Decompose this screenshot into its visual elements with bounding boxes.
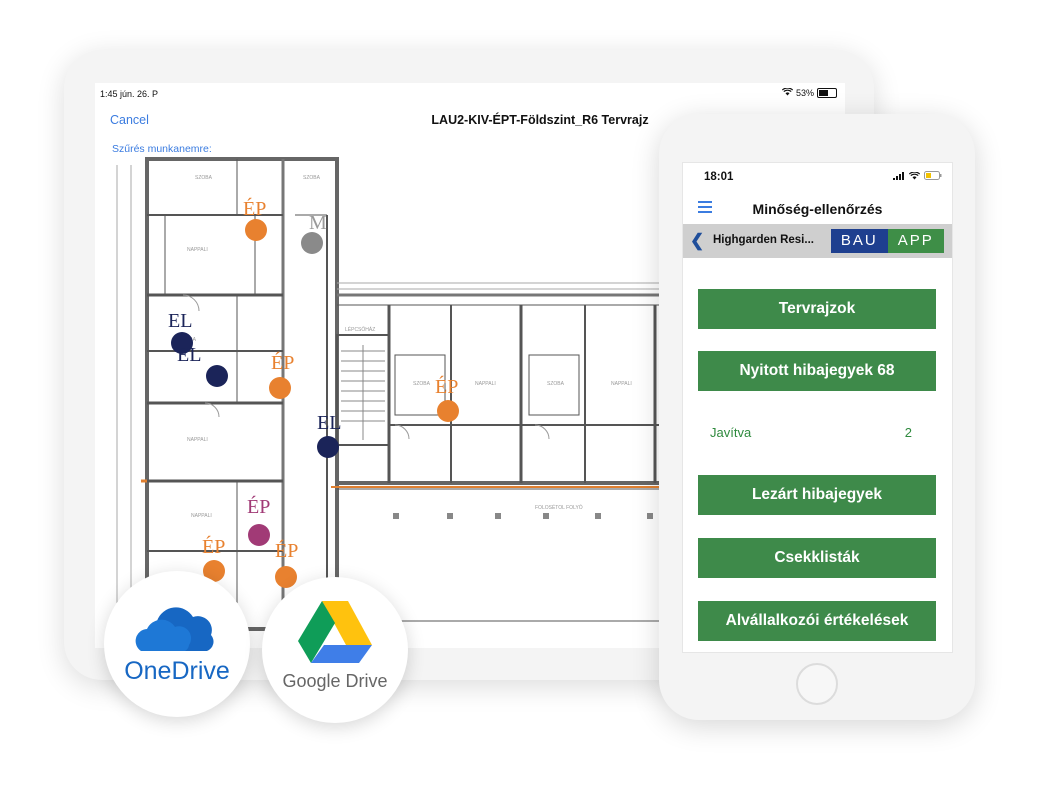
onedrive-label: OneDrive [124, 657, 230, 685]
defect-marker[interactable] [301, 232, 323, 254]
logo-app: APP [887, 229, 944, 253]
google-drive-label: Google Drive [282, 671, 388, 691]
marker-label: ÉP [275, 540, 299, 562]
svg-text:SZOBA: SZOBA [303, 175, 321, 181]
defect-marker[interactable] [269, 377, 291, 399]
fixed-count: 2 [904, 425, 912, 440]
svg-text:SZOBA: SZOBA [547, 381, 565, 387]
fixed-label: Javítva [710, 425, 752, 440]
svg-text:FOLOSÉTOL FOLYÓ: FOLOSÉTOL FOLYÓ [535, 504, 583, 511]
bauapp-logo: BAU APP [831, 229, 944, 253]
onedrive-badge[interactable]: OneDrive [104, 571, 250, 717]
marker-label: ÉP [247, 496, 271, 518]
defect-marker[interactable] [245, 219, 267, 241]
defect-marker[interactable] [248, 524, 270, 546]
defect-marker[interactable] [437, 400, 459, 422]
app-header: Minőség-ellenőrzés [683, 193, 952, 221]
wifi-icon [781, 87, 794, 98]
svg-text:NAPPALI: NAPPALI [191, 513, 212, 519]
battery-icon [924, 171, 942, 183]
marker-label: M [309, 212, 327, 234]
marker-label: ÉP [243, 198, 267, 220]
battery-percent: 53% [795, 88, 814, 98]
phone-status-bar: 18:01 [683, 163, 952, 185]
home-button[interactable] [796, 663, 838, 705]
phone-screen: 18:01 Minőség-ellenőrzés ❮ Highgarden Re… [682, 162, 953, 653]
svg-text:LÉPCSŐHÁZ: LÉPCSŐHÁZ [345, 326, 375, 333]
marker-label: EL [177, 344, 202, 366]
svg-text:NAPPALI: NAPPALI [611, 381, 632, 387]
subcontractor-reviews-button[interactable]: Alvállalkozói értékelések [698, 601, 936, 641]
svg-text:NAPPALI: NAPPALI [475, 381, 496, 387]
checklists-button[interactable]: Csekklisták [698, 538, 936, 578]
svg-text:NAPPALI: NAPPALI [187, 437, 208, 443]
open-tickets-button[interactable]: Nyitott hibajegyek 68 [698, 351, 936, 391]
marker-label: ÉP [435, 376, 459, 398]
marker-label: ÉP [202, 536, 226, 558]
plans-button[interactable]: Tervrajzok [698, 289, 936, 329]
svg-text:SZOBA: SZOBA [195, 175, 213, 181]
status-time: 18:01 [704, 171, 734, 183]
defect-marker[interactable] [317, 436, 339, 458]
logo-bau: BAU [831, 229, 888, 253]
marker-label: EL [317, 412, 342, 434]
project-name[interactable]: Highgarden Resi... [713, 234, 814, 246]
wifi-icon [908, 171, 921, 183]
page-title: Minőség-ellenőrzés [752, 201, 883, 217]
status-time: 1:45 jún. 26. P [100, 89, 159, 99]
fixed-tickets-row[interactable]: Javítva 2 [683, 419, 952, 443]
filter-by-trade-link[interactable]: Szűrés munkanemre: [112, 143, 212, 155]
battery-icon [817, 88, 837, 98]
defect-marker[interactable] [275, 566, 297, 588]
tablet-status-bar: 1:45 jún. 26. P 53% [95, 83, 845, 103]
onedrive-cloud-icon [135, 605, 219, 662]
signal-icon [893, 171, 905, 183]
svg-text:SZOBA: SZOBA [413, 381, 431, 387]
defect-marker[interactable] [206, 365, 228, 387]
status-battery: 53% [781, 87, 837, 98]
svg-text:NAPPALI: NAPPALI [187, 247, 208, 253]
marker-label: EL [168, 310, 193, 332]
status-icons [893, 171, 942, 183]
google-drive-badge[interactable]: Google Drive [262, 577, 408, 723]
project-bar: ❮ Highgarden Resi... BAU APP [683, 224, 952, 258]
marker-label: ÉP [271, 352, 295, 374]
back-chevron-icon[interactable]: ❮ [690, 231, 704, 251]
closed-tickets-button[interactable]: Lezárt hibajegyek [698, 475, 936, 515]
google-drive-icon [298, 599, 372, 668]
